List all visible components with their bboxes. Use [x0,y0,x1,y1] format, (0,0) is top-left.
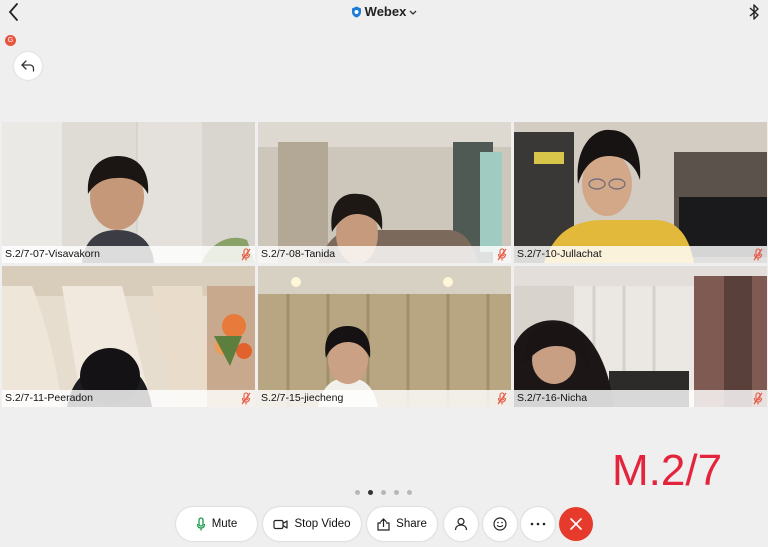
muted-mic-icon [241,248,251,261]
video-tile[interactable]: S.2/7-11-Peeradon [2,266,255,407]
reactions-button[interactable] [483,507,517,541]
participant-name: S.2/7-07-Visavakorn [5,248,100,260]
participant-label: S.2/7-15-jiecheng [258,390,511,407]
participant-label: S.2/7-08-Tanida [258,246,511,263]
share-label: Share [396,518,427,530]
participant-video [258,266,511,407]
participant-name: S.2/7-15-jiecheng [261,392,344,404]
page-dot-active[interactable] [368,490,373,496]
stop-video-label: Stop Video [294,518,351,530]
mute-button[interactable]: Mute [176,507,257,541]
return-button[interactable] [14,52,42,80]
close-icon [570,518,582,530]
app-title-area[interactable]: Webex [0,4,768,19]
bluetooth-icon [749,4,759,20]
muted-mic-icon [753,392,763,405]
participant-label: S.2/7-11-Peeradon [2,390,255,407]
more-button[interactable] [521,507,555,541]
page-dot[interactable] [407,490,412,496]
participant-video [2,266,255,407]
mute-label: Mute [211,518,238,530]
app-title: Webex [364,4,407,19]
end-call-button[interactable] [559,507,593,541]
stop-video-button[interactable]: Stop Video [263,507,361,541]
share-icon [377,517,390,531]
participant-name: S.2/7-08-Tanida [261,248,336,260]
participant-video [2,122,255,263]
more-icon [530,522,546,526]
muted-mic-icon [753,248,763,261]
participant-label: S.2/7-16-Nicha [514,390,767,407]
video-tile[interactable]: S.2/7-07-Visavakorn [2,122,255,263]
video-tile[interactable]: S.2/7-15-jiecheng [258,266,511,407]
video-tile[interactable]: S.2/7-10-Jullachat [514,122,767,263]
top-bar: Webex [0,0,768,26]
page-dot[interactable] [394,490,399,496]
participants-button[interactable] [444,507,478,541]
meeting-toolbar: Mute Stop Video Share [0,507,768,547]
participant-video [258,122,511,263]
return-arrow-icon [21,60,35,72]
class-label-overlay: M.2/7 [612,446,723,495]
page-indicator[interactable] [355,484,420,496]
video-tile[interactable]: S.2/7-08-Tanida [258,122,511,263]
shield-icon [351,6,361,18]
muted-mic-icon [497,392,507,405]
chevron-down-icon [409,10,417,15]
participant-name: S.2/7-10-Jullachat [517,248,602,260]
page-dot[interactable] [381,490,386,496]
share-button[interactable]: Share [367,507,437,541]
participant-video [514,266,767,407]
microphone-icon [196,517,205,531]
smiley-icon [493,517,507,531]
video-camera-icon [273,519,289,529]
muted-mic-icon [241,392,251,405]
video-tile[interactable]: S.2/7-16-Nicha [514,266,767,407]
participant-name: S.2/7-11-Peeradon [5,392,93,404]
participant-name: S.2/7-16-Nicha [517,392,588,404]
participant-video [514,122,767,263]
page-dot[interactable] [355,490,360,496]
participants-icon [454,517,468,531]
participant-label: S.2/7-07-Visavakorn [2,246,255,263]
participant-label: S.2/7-10-Jullachat [514,246,767,263]
muted-mic-icon [497,248,507,261]
notification-badge: G [5,35,16,46]
